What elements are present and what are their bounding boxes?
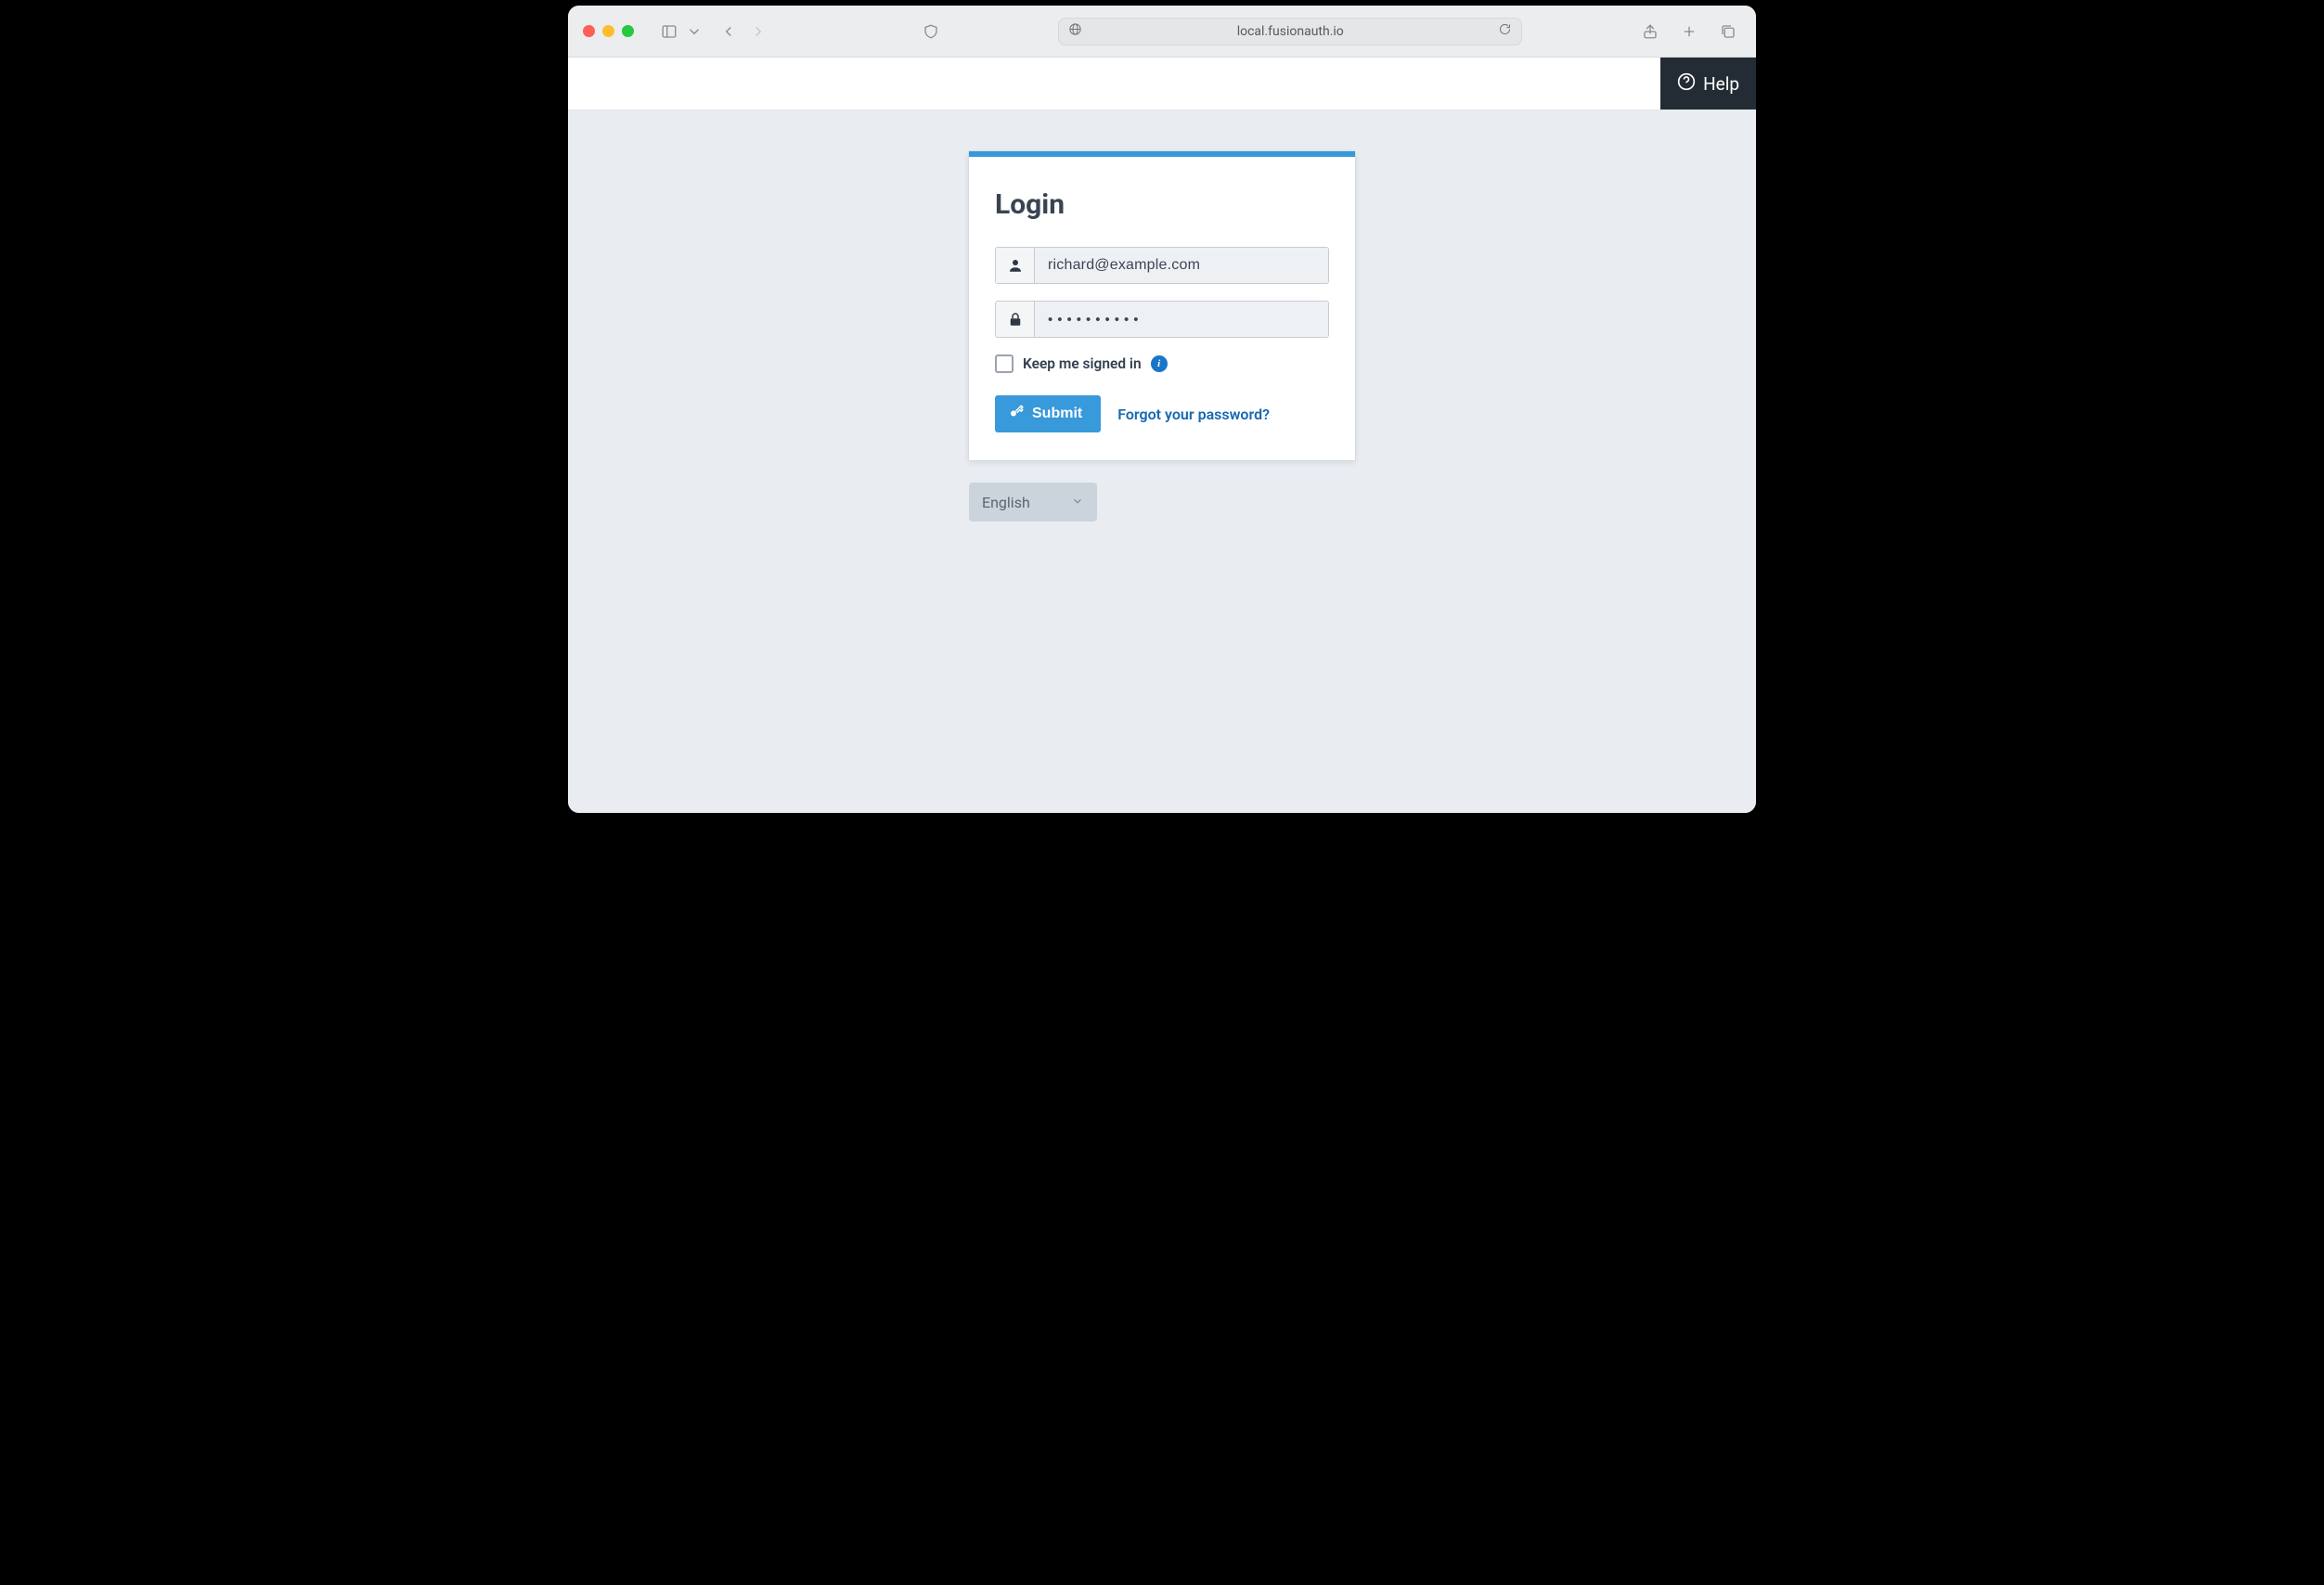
language-select[interactable]: English bbox=[969, 483, 1097, 522]
email-input[interactable] bbox=[1035, 248, 1328, 283]
privacy-shield-icon[interactable] bbox=[918, 19, 944, 45]
user-icon bbox=[996, 248, 1035, 283]
help-label: Help bbox=[1703, 73, 1739, 95]
keep-signed-in-checkbox[interactable] bbox=[995, 354, 1014, 373]
login-actions: Submit Forgot your password? bbox=[995, 395, 1329, 432]
login-title: Login bbox=[995, 188, 1329, 221]
minimize-window-button[interactable] bbox=[602, 25, 614, 37]
new-tab-button[interactable] bbox=[1676, 19, 1702, 45]
forgot-password-link[interactable]: Forgot your password? bbox=[1117, 406, 1270, 423]
help-icon bbox=[1677, 72, 1696, 96]
maximize-window-button[interactable] bbox=[622, 25, 634, 37]
language-selected-label: English bbox=[982, 494, 1030, 511]
info-icon[interactable]: i bbox=[1151, 355, 1168, 372]
back-button[interactable] bbox=[716, 19, 742, 45]
window-controls bbox=[583, 25, 634, 37]
address-bar-url: local.fusionauth.io bbox=[1091, 24, 1489, 39]
chevron-down-icon bbox=[1071, 494, 1084, 511]
site-settings-icon[interactable] bbox=[1068, 22, 1082, 40]
keep-signed-in-label: Keep me signed in bbox=[1023, 355, 1142, 372]
app-header: Help bbox=[568, 58, 1756, 110]
email-field-wrapper bbox=[995, 247, 1329, 284]
submit-button[interactable]: Submit bbox=[995, 395, 1101, 432]
forward-button[interactable] bbox=[745, 19, 771, 45]
share-button[interactable] bbox=[1637, 19, 1663, 45]
browser-toolbar: local.fusionauth.io bbox=[568, 6, 1756, 58]
address-bar[interactable]: local.fusionauth.io bbox=[1058, 18, 1522, 45]
close-window-button[interactable] bbox=[583, 25, 595, 37]
keep-signed-in-row[interactable]: Keep me signed in i bbox=[995, 354, 1329, 373]
submit-label: Submit bbox=[1032, 406, 1082, 422]
sidebar-toggle-button[interactable] bbox=[656, 19, 682, 45]
lock-icon bbox=[996, 302, 1035, 337]
key-icon bbox=[1008, 404, 1025, 425]
browser-window: local.fusionauth.io Help bbox=[568, 6, 1756, 813]
tab-group-menu-button[interactable] bbox=[686, 19, 703, 45]
login-card: Login Keep me signed in i bbox=[969, 151, 1355, 460]
password-field-wrapper bbox=[995, 301, 1329, 338]
page-content: Login Keep me signed in i bbox=[568, 110, 1756, 813]
help-button[interactable]: Help bbox=[1660, 58, 1756, 110]
tab-overview-button[interactable] bbox=[1715, 19, 1741, 45]
reload-icon[interactable] bbox=[1498, 22, 1512, 40]
password-input[interactable] bbox=[1035, 302, 1328, 337]
